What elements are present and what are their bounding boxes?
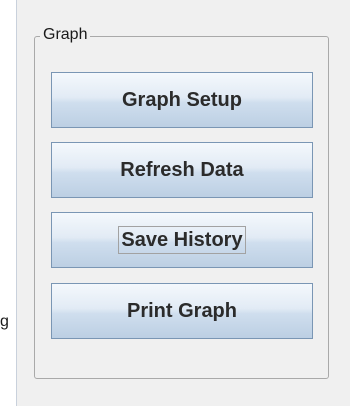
save-history-button[interactable]: Save History [51, 212, 313, 268]
panel-divider [16, 0, 17, 406]
print-graph-button-label: Print Graph [126, 299, 237, 322]
refresh-data-button-label: Refresh Data [120, 158, 244, 181]
print-graph-button[interactable]: Print Graph [51, 283, 313, 339]
save-history-button-label: Save History [118, 226, 246, 254]
graph-setup-button-label: Graph Setup [121, 88, 242, 111]
graph-setup-button[interactable]: Graph Setup [51, 72, 313, 128]
clipped-left-label: g [0, 313, 9, 330]
refresh-data-button[interactable]: Refresh Data [51, 142, 313, 198]
graph-group-title: Graph [40, 25, 91, 45]
